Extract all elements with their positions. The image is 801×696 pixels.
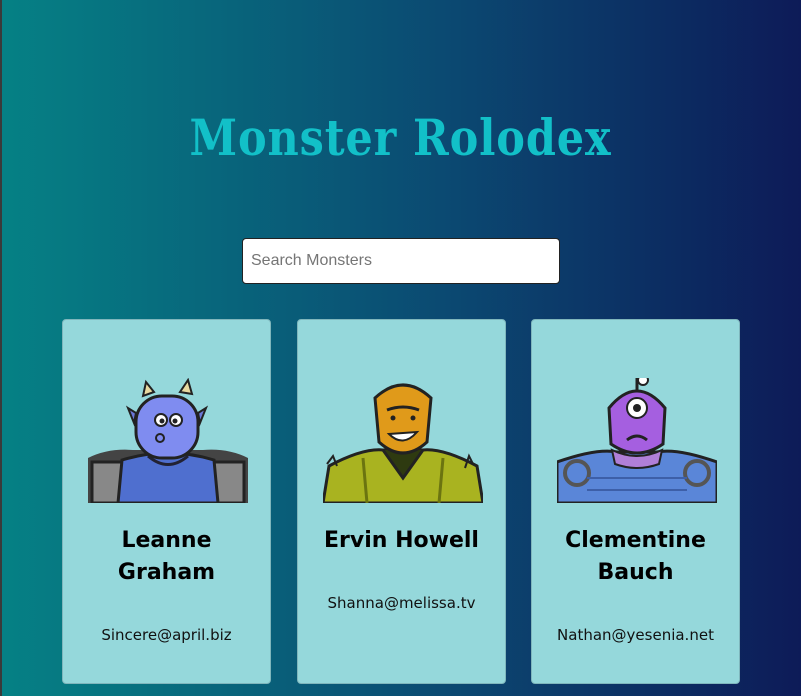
- monster-card[interactable]: Clementine Bauch Nathan@yesenia.net: [531, 319, 740, 684]
- blue-horned-monster-avatar: [88, 378, 248, 503]
- monster-name: Leanne Graham: [117, 528, 216, 585]
- page-title: Monster Rolodex: [189, 107, 612, 167]
- monster-email: Nathan@yesenia.net: [557, 626, 714, 644]
- monster-email: Shanna@melissa.tv: [327, 594, 476, 612]
- orange-grinning-monster-avatar: [323, 383, 483, 503]
- monster-email: Sincere@april.biz: [101, 626, 232, 644]
- monster-name: Clementine Bauch: [565, 528, 706, 585]
- purple-cyclops-monster-avatar: [557, 378, 717, 503]
- monster-card[interactable]: Leanne Graham Sincere@april.biz: [62, 319, 271, 684]
- monster-card[interactable]: Ervin Howell Shanna@melissa.tv: [297, 319, 506, 684]
- window-edge: [0, 0, 2, 696]
- search-input[interactable]: [242, 238, 560, 284]
- monster-name: Ervin Howell: [324, 528, 479, 553]
